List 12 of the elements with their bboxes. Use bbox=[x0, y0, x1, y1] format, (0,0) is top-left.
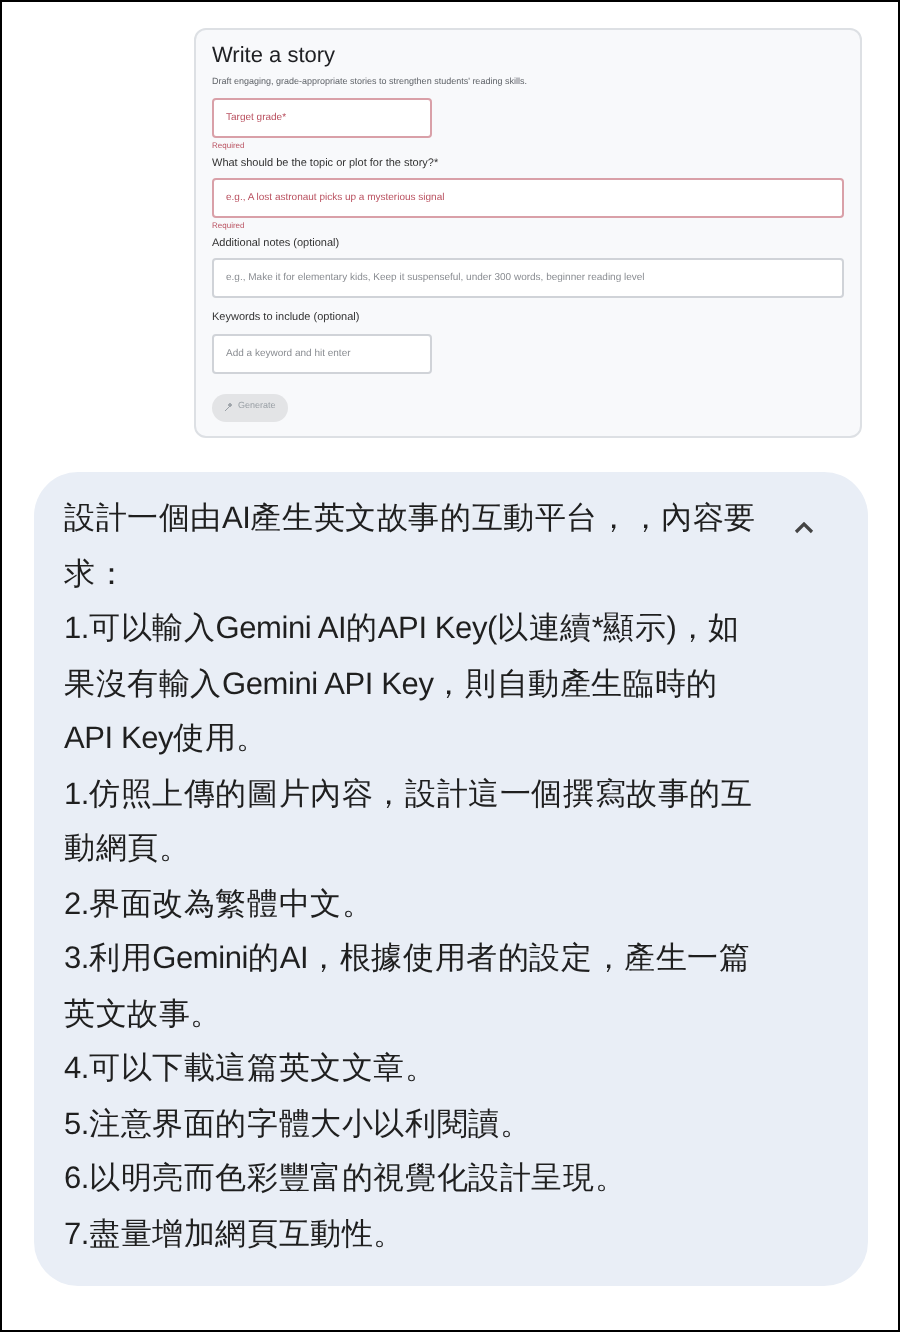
message-text: 1.可以輸入Gemini AI的API Key(以連續*顯示)，如果沒有輸入Gemini API Key，則自動產生臨時的API Key使用。 bbox=[64, 610, 742, 760]
message-text: 4.可以下載這篇英文文章。 bbox=[64, 1050, 439, 1090]
message-text: 6.以明亮而色彩豐富的視覺化設計呈現。 bbox=[64, 1160, 629, 1200]
message-text: 2.界面改為繁體中文。 bbox=[64, 885, 376, 925]
message-text: 5.注意界面的字體大小以利閱讀。 bbox=[64, 1105, 534, 1145]
sparkle-pen-icon bbox=[224, 402, 234, 412]
message-text: 1.仿照上傳的圖片內容，設計這一個撰寫故事的互動網頁。 bbox=[64, 775, 755, 870]
card-title: Write a story bbox=[212, 46, 338, 68]
message-text: 7.盡量增加網頁互動性。 bbox=[64, 1215, 408, 1255]
chevron-up-icon bbox=[794, 522, 814, 534]
message-text: 3.利用Gemini的AI，根據使用者的設定，產生一篇英文故事。 bbox=[64, 940, 753, 1035]
message-text: 設計一個由AI產生英文故事的互動平台，，內容要求： bbox=[64, 500, 759, 595]
